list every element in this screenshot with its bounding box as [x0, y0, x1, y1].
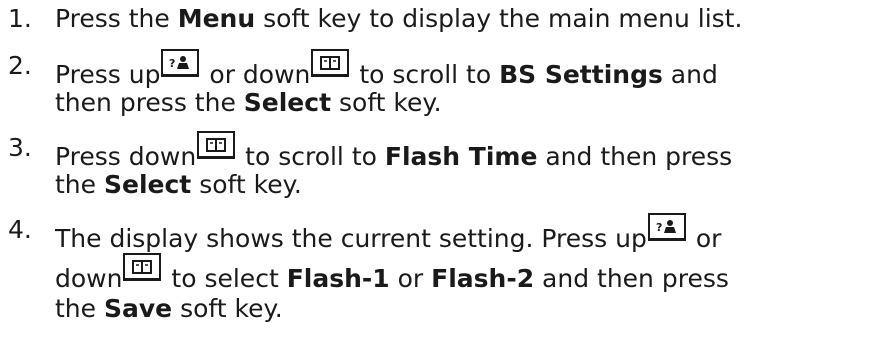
step-4: 4. The display shows the current setting…	[0, 213, 872, 253]
step-number: 1.	[8, 4, 32, 33]
down-key-icon	[123, 253, 162, 281]
instruction-steps: 1. Press the Menu soft key to display th…	[0, 0, 872, 339]
svg-text:?: ?	[169, 57, 175, 70]
step-text: then press the Select soft key.	[55, 88, 442, 117]
step-2: 2. Press up? or down to scroll to BS Set…	[0, 49, 872, 89]
step-1: 1. Press the Menu soft key to display th…	[0, 2, 872, 36]
step-number: 3.	[8, 133, 32, 162]
step-text: Press the Menu soft key to display the m…	[55, 4, 743, 33]
step-text: the Select soft key.	[55, 170, 302, 199]
step-4-cont-2: the Save soft key.	[0, 292, 872, 326]
step-3: 3. Press down to scroll to Flash Time an…	[0, 131, 872, 171]
step-4-cont: down to select Flash-1 or Flash-2 and th…	[0, 253, 872, 293]
down-key-icon	[197, 131, 236, 159]
step-number: 2.	[8, 51, 32, 80]
up-key-icon: ?	[647, 213, 686, 241]
down-key-icon	[311, 49, 350, 77]
step-text: down to select Flash-1 or Flash-2 and th…	[55, 253, 729, 296]
step-text: the Save soft key.	[55, 294, 283, 323]
step-2-cont: then press the Select soft key.	[0, 86, 872, 120]
step-text: The display shows the current setting. P…	[55, 213, 721, 256]
step-number: 4.	[8, 215, 32, 244]
svg-text:?: ?	[656, 221, 662, 234]
up-key-icon: ?	[161, 49, 200, 77]
step-3-cont: the Select soft key.	[0, 168, 872, 202]
